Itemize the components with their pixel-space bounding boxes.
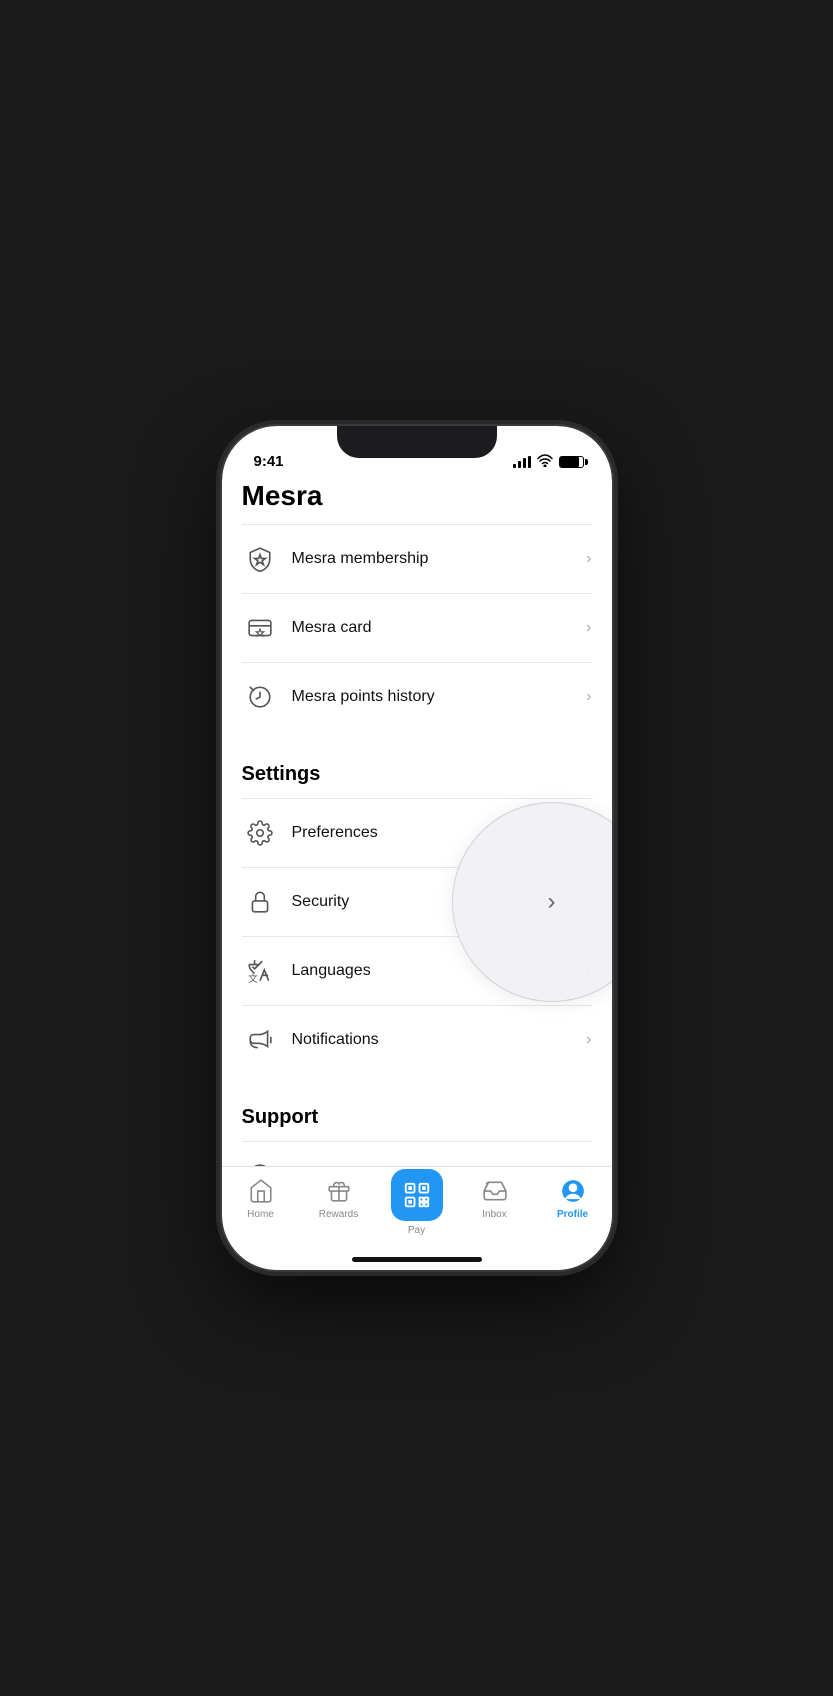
chevron-right-icon: ›: [586, 619, 591, 637]
signal-bars-icon: [513, 456, 531, 468]
mesra-points-history-label: Mesra points history: [292, 688, 587, 706]
chevron-right-icon: ›: [586, 550, 591, 568]
tab-bar: Home Rewards: [222, 1166, 612, 1248]
page-header: Mesra: [222, 476, 612, 520]
page-title: Mesra: [242, 480, 592, 512]
home-indicator: [222, 1248, 612, 1270]
pay-button-bg: [391, 1169, 443, 1221]
menu-item-mesra-card[interactable]: Mesra card ›: [242, 594, 592, 663]
status-icons: [513, 454, 584, 470]
megaphone-icon: [242, 1022, 278, 1058]
chevron-right-icon: ›: [586, 1031, 591, 1049]
mesra-membership-label: Mesra membership: [292, 550, 587, 568]
scroll-content: Mesra membership › Mesra card ›: [222, 520, 612, 1166]
home-icon: [247, 1177, 275, 1205]
notch: [337, 426, 497, 458]
notifications-label: Notifications: [292, 1031, 587, 1049]
phone-shell: 9:41: [222, 426, 612, 1270]
tab-profile-label: Profile: [557, 1209, 588, 1220]
tab-rewards-label: Rewards: [319, 1209, 358, 1220]
menu-item-security[interactable]: Security ›: [242, 868, 592, 937]
tab-pay-label: Pay: [408, 1225, 425, 1236]
tab-inbox[interactable]: Inbox: [456, 1177, 534, 1220]
menu-item-mesra-membership[interactable]: Mesra membership ›: [242, 525, 592, 594]
wifi-icon: [537, 454, 553, 470]
lock-icon: [242, 884, 278, 920]
inbox-icon: [481, 1177, 509, 1205]
phone-screen: 9:41: [222, 426, 612, 1270]
lifebuoy-icon: [242, 1158, 278, 1166]
mesra-card-label: Mesra card: [292, 619, 587, 637]
support-section: Support Get help: [242, 1090, 592, 1166]
shield-star-icon: [242, 541, 278, 577]
tab-profile[interactable]: Profile: [534, 1177, 612, 1220]
translate-icon: 文: [242, 953, 278, 989]
home-bar: [352, 1257, 482, 1262]
card-star-icon: [242, 610, 278, 646]
tab-inbox-label: Inbox: [482, 1209, 506, 1220]
profile-icon: [559, 1177, 587, 1205]
clock-history-icon: [242, 679, 278, 715]
settings-section: Settings Preferences ›: [242, 747, 592, 1074]
rewards-icon: [325, 1177, 353, 1205]
status-time: 9:41: [250, 453, 284, 470]
battery-icon: [559, 456, 584, 468]
circle-chevron-icon: ›: [548, 888, 556, 916]
tab-home[interactable]: Home: [222, 1177, 300, 1220]
settings-section-title: Settings: [242, 747, 592, 794]
gear-icon: [242, 815, 278, 851]
tab-pay[interactable]: Pay: [378, 1177, 456, 1236]
menu-item-notifications[interactable]: Notifications ›: [242, 1006, 592, 1074]
tab-home-label: Home: [247, 1209, 274, 1220]
chevron-right-icon: ›: [586, 688, 591, 706]
support-section-title: Support: [242, 1090, 592, 1137]
svg-text:文: 文: [248, 972, 258, 984]
membership-section: Mesra membership › Mesra card ›: [242, 524, 592, 731]
menu-item-get-help[interactable]: Get help ›: [242, 1142, 592, 1166]
menu-item-mesra-points-history[interactable]: Mesra points history ›: [242, 663, 592, 731]
tab-rewards[interactable]: Rewards: [300, 1177, 378, 1220]
